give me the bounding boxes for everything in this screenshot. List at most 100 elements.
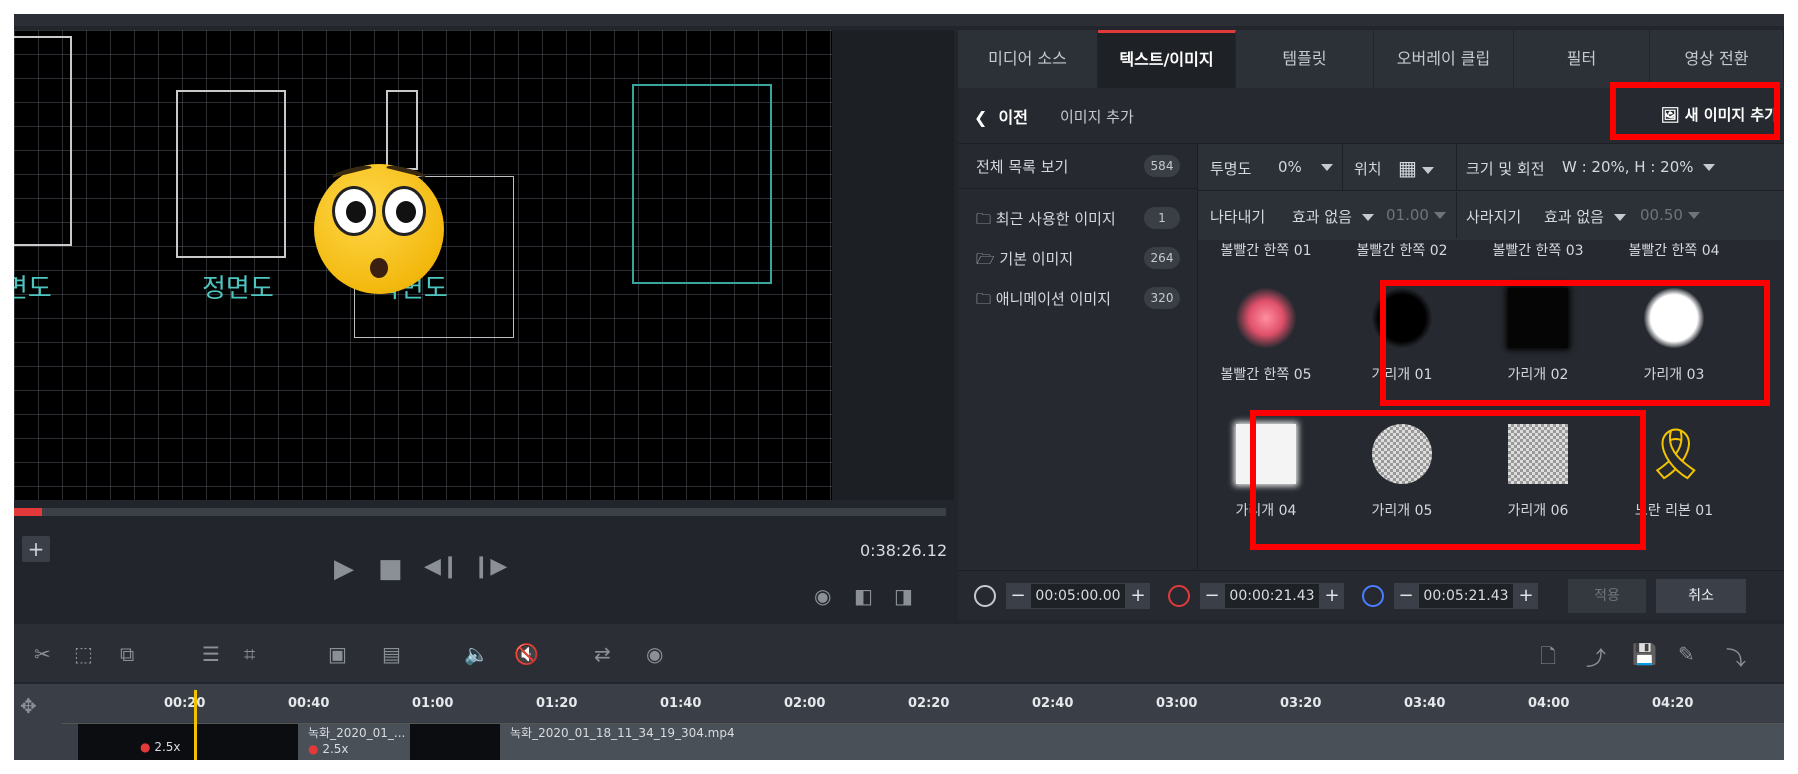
ruler-tick: 01:40 — [660, 696, 702, 711]
disappear-duration-value: 00.50 — [1640, 206, 1683, 224]
export-icon[interactable]: ⤵ — [1726, 642, 1746, 671]
decrement-button[interactable]: − — [1394, 583, 1418, 609]
start-time-field[interactable]: 00:00:21.43 — [1224, 583, 1320, 609]
opacity-label: 투명도 — [1210, 160, 1252, 178]
image-item[interactable]: 볼빨간 한쪽 05 — [1198, 280, 1334, 400]
crop-icon[interactable]: ⌗ — [244, 642, 255, 666]
category-basic[interactable]: 🗁 기본 이미지 264 — [958, 236, 1198, 280]
category-recent[interactable]: 🗀 최근 사용한 이미지 1 — [958, 196, 1198, 240]
clip-thumbnail[interactable] — [410, 724, 500, 760]
delete-clip-icon[interactable]: ⧉ — [120, 642, 134, 666]
image-item[interactable]: 볼빨간 한쪽 01 — [1198, 240, 1334, 276]
tab-overlay-clip[interactable]: 오버레이 클립 — [1374, 30, 1514, 88]
stop-icon[interactable]: ■ — [378, 554, 403, 584]
category-count: 320 — [1144, 287, 1180, 309]
edit-file-icon[interactable]: ✎ — [1678, 642, 1695, 666]
clip[interactable]: 녹화_2020_01_18_11_34_19_304.mp4 — [500, 724, 1784, 760]
import-icon[interactable]: ⤴ — [1586, 642, 1606, 671]
move-icon[interactable]: ✥ — [20, 694, 37, 718]
category-all[interactable]: 전체 목록 보기 584 — [958, 144, 1198, 189]
appear-value: 효과 없음 — [1292, 208, 1352, 226]
image-name: 볼빨간 한쪽 03 — [1492, 243, 1584, 259]
increment-button[interactable]: + — [1320, 583, 1344, 609]
tab-template[interactable]: 템플릿 — [1236, 30, 1374, 88]
folder-icon: 🗀 — [976, 290, 992, 308]
cancel-button[interactable]: 취소 — [1656, 579, 1746, 613]
increment-button[interactable]: + — [1514, 583, 1538, 609]
increment-button[interactable]: + — [1126, 583, 1150, 609]
tab-filter[interactable]: 필터 — [1514, 30, 1650, 88]
clip-thumbnail[interactable]: ● 2.5x — [78, 724, 298, 760]
ruler-tick: 00:20 — [164, 696, 206, 711]
preview-image-icon[interactable]: ◉ — [646, 642, 663, 666]
adjust-icon[interactable]: ☰ — [202, 642, 220, 666]
video-preview[interactable]: 면도 정면도 측면도 — [14, 30, 832, 500]
add-button[interactable]: + — [22, 536, 50, 562]
playback-progress-bar[interactable] — [14, 508, 946, 516]
size-value: W : 20%, H : 20% — [1562, 158, 1694, 176]
clip[interactable]: 녹화_2020_01_... ● 2.5x — [298, 724, 410, 760]
recent-folder-icon: 🗀 — [976, 210, 992, 228]
decrement-button[interactable]: − — [1200, 583, 1224, 609]
swap-icon[interactable]: ⇄ — [594, 642, 611, 666]
cad-frame-front — [176, 90, 286, 258]
appear-select[interactable]: 효과 없음 — [1292, 206, 1374, 227]
next-frame-icon[interactable]: ❙▶ — [472, 554, 507, 579]
new-file-icon[interactable]: 🗋 — [1540, 642, 1556, 676]
image-item[interactable]: 볼빨간 한쪽 03 — [1470, 240, 1606, 276]
apply-button[interactable]: 적용 — [1568, 579, 1646, 613]
image-item[interactable]: 볼빨간 한쪽 02 — [1334, 240, 1470, 276]
image-name: 볼빨간 한쪽 02 — [1356, 243, 1448, 259]
chevron-down-icon — [1433, 212, 1446, 219]
tab-media-source[interactable]: 미디어 소스 — [958, 30, 1098, 88]
ruler-tick: 00:40 — [288, 696, 330, 711]
image-icon[interactable]: ▣ — [328, 642, 347, 666]
mute-icon[interactable]: 🔇 — [514, 642, 539, 666]
image-edit-icon[interactable]: ▤ — [382, 642, 401, 666]
duration-field[interactable]: 00:05:00.00 — [1030, 583, 1126, 609]
size-rotation-select[interactable]: W : 20%, H : 20% — [1562, 158, 1716, 176]
select-area-icon[interactable]: ⬚ — [74, 642, 93, 666]
disappear-select[interactable]: 효과 없음 — [1544, 206, 1626, 227]
position-select[interactable]: ▦ — [1398, 156, 1434, 180]
preview-side-area — [832, 30, 954, 500]
chevron-down-icon — [1703, 164, 1716, 171]
tab-transition[interactable]: 영상 전환 — [1650, 30, 1784, 88]
crop-left-icon[interactable]: ◧ — [854, 584, 873, 608]
end-timer-icon — [1362, 585, 1384, 607]
grid-icon: ▦ — [1398, 156, 1417, 180]
category-count: 264 — [1144, 247, 1180, 269]
timeline-toolbar: ✂ ⬚ ⧉ ☰ ⌗ ▣ ▤ 🔈 🔇 ⇄ ◉ 🗋 ⤴ 💾 ✎ ⤵ — [14, 624, 1784, 682]
image-properties: 투명도 0% 위치 ▦ 크기 및 회전 W : 20%, H : 20% 나타내… — [1198, 144, 1784, 240]
opacity-select[interactable]: 0% — [1278, 158, 1333, 176]
scissors-icon[interactable]: ✂ — [34, 642, 51, 666]
timeline-ruler[interactable]: ✥ 00:20 00:40 01:00 01:20 01:40 02:00 02… — [14, 684, 1784, 724]
crop-right-icon[interactable]: ◨ — [894, 584, 913, 608]
category-label: 🗁 기본 이미지 — [976, 248, 1073, 274]
tab-text-image[interactable]: 텍스트/이미지 — [1098, 30, 1236, 88]
progress-fill — [14, 508, 42, 516]
end-time-field[interactable]: 00:05:21.43 — [1418, 583, 1514, 609]
image-item[interactable]: 볼빨간 한쪽 04 — [1606, 240, 1742, 276]
ruler-tick: 01:20 — [536, 696, 578, 711]
play-icon[interactable]: ▶ — [334, 554, 354, 584]
prev-frame-icon[interactable]: ◀❙ — [424, 554, 459, 579]
left-eyebrow — [331, 163, 373, 181]
cad-label-left: 면도 — [14, 274, 52, 304]
mouth — [370, 258, 388, 278]
category-animation[interactable]: 🗀 애니메이션 이미지 320 — [958, 276, 1198, 320]
left-pupil — [346, 201, 366, 223]
playhead[interactable] — [194, 690, 197, 760]
save-icon[interactable]: 💾 — [1632, 642, 1657, 666]
surprised-emoji-image[interactable] — [314, 163, 444, 294]
back-button[interactable]: ❮ 이전 — [974, 104, 1028, 128]
cad-frame-right — [632, 84, 772, 284]
camera-icon[interactable]: ◉ — [814, 584, 831, 608]
image-name: 볼빨간 한쪽 04 — [1628, 243, 1720, 259]
decrement-button[interactable]: − — [1006, 583, 1030, 609]
category-label: 전체 목록 보기 — [976, 158, 1069, 176]
volume-icon[interactable]: 🔈 — [464, 642, 489, 666]
divider — [1456, 192, 1457, 238]
divider — [1456, 144, 1457, 190]
yellow-ribbon-icon: 🎗 — [1644, 425, 1708, 483]
